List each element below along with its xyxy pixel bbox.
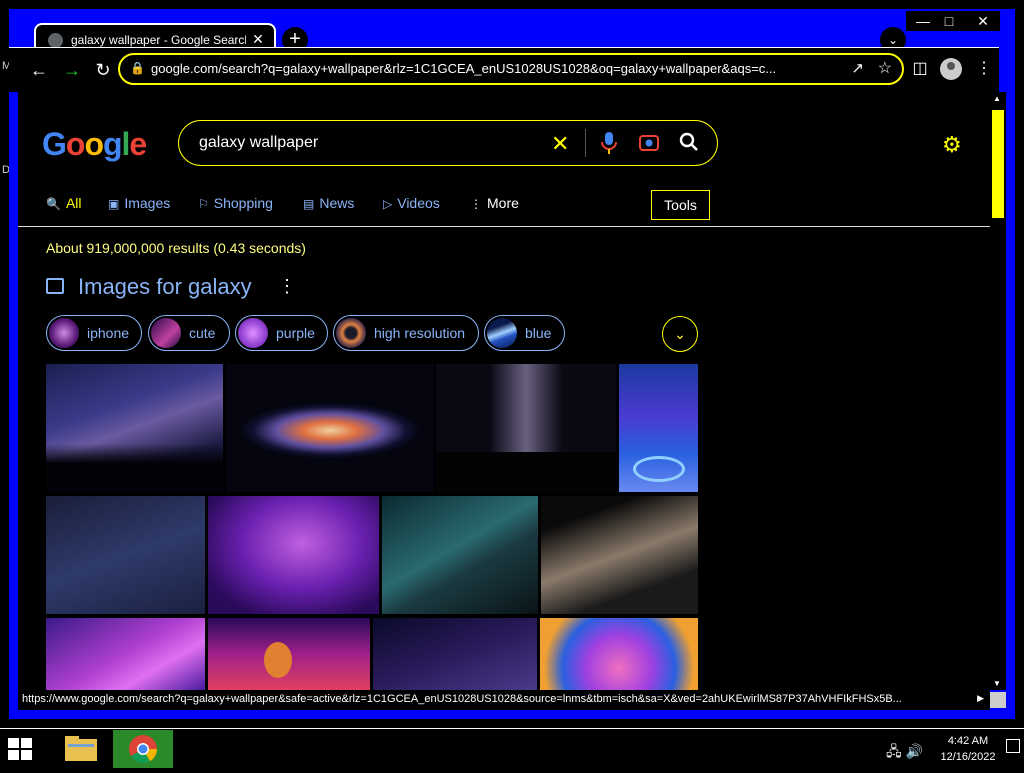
result-stats: About 919,000,000 results (0.43 seconds) — [46, 240, 306, 256]
notification-icon[interactable] — [1006, 739, 1020, 753]
chip-label: blue — [525, 325, 552, 341]
image-result[interactable] — [540, 618, 698, 690]
news-icon: ▤ — [303, 197, 315, 211]
scrollbar-corner — [990, 692, 1006, 708]
tab-title: galaxy wallpaper - Google Search — [71, 33, 246, 47]
profile-avatar[interactable] — [940, 58, 962, 80]
tab-images-label: Images — [124, 195, 171, 211]
chip-high-resolution[interactable]: high resolution — [333, 315, 479, 351]
tab-news-label: News — [319, 195, 355, 211]
search-box[interactable]: galaxy wallpaper ✕ — [178, 120, 718, 166]
image-result[interactable] — [382, 496, 538, 614]
tools-button[interactable]: Tools — [651, 190, 710, 220]
windows-start-icon[interactable] — [8, 738, 32, 760]
scrollbar-thumb[interactable] — [992, 110, 1004, 218]
search-icon: 🔍 — [46, 197, 61, 211]
tab-all-label: All — [65, 195, 82, 211]
chip-cute[interactable]: cute — [148, 315, 230, 351]
bookmark-star-icon[interactable]: ☆ — [878, 58, 892, 78]
chip-thumbnail — [487, 318, 517, 348]
tree-silhouette — [46, 444, 223, 492]
video-icon: ▷ — [383, 197, 393, 211]
chip-label: high resolution — [374, 325, 466, 341]
menu-kebab-icon[interactable]: ⋮ — [971, 56, 997, 82]
chip-thumbnail — [238, 318, 268, 348]
clock-time: 4:42 AM — [947, 735, 989, 747]
status-bar: https://www.google.com/search?q=galaxy+w… — [18, 690, 990, 710]
tab-more-label: More — [487, 195, 519, 211]
status-url: https://www.google.com/search?q=galaxy+w… — [22, 693, 902, 705]
tab-shopping[interactable]: ⚐ Shopping — [198, 195, 273, 211]
image-result[interactable] — [373, 618, 537, 690]
more-vertical-icon: ⋮ — [470, 197, 482, 211]
page-content: Google galaxy wallpaper ✕ ⚙ 🔍 All ▣ Imag… — [18, 92, 990, 690]
chip-thumbnail — [336, 318, 366, 348]
image-result[interactable] — [208, 618, 370, 690]
side-panel-icon[interactable]: ◫ — [907, 56, 933, 82]
images-heading[interactable]: Images for galaxy — [78, 274, 252, 300]
planet-shape — [264, 642, 292, 678]
image-result[interactable] — [619, 364, 698, 492]
tab-videos[interactable]: ▷ Videos — [383, 195, 440, 211]
image-icon: ▣ — [108, 197, 120, 211]
forward-button[interactable]: → — [58, 56, 86, 84]
planet-ring — [633, 456, 685, 482]
tree-silhouette — [436, 452, 616, 492]
chip-purple[interactable]: purple — [235, 315, 328, 351]
page-scrollbar[interactable]: ▲ ▼ — [990, 92, 1006, 690]
image-result[interactable] — [436, 364, 616, 492]
chip-iphone[interactable]: iphone — [46, 315, 142, 351]
tab-videos-label: Videos — [397, 195, 440, 211]
google-logo[interactable]: Google — [42, 126, 147, 163]
tab-images[interactable]: ▣ Images — [108, 195, 170, 211]
chip-thumbnail — [151, 318, 181, 348]
scroll-up-icon[interactable]: ▲ — [993, 94, 1001, 103]
chrome-taskbar-icon[interactable] — [113, 730, 173, 768]
tab-shopping-label: Shopping — [213, 195, 273, 211]
taskbar: 🖧 🔊 4:42 AM 12/16/2022 — [0, 728, 1024, 768]
header-divider — [18, 226, 990, 227]
clear-search-icon[interactable]: ✕ — [551, 131, 569, 157]
file-explorer-icon[interactable] — [50, 730, 110, 768]
address-bar[interactable]: 🔒 google.com/search?q=galaxy+wallpaper&r… — [118, 53, 904, 85]
desktop: M D — □ ✕ galaxy wallpaper - Google Sear… — [0, 0, 1024, 768]
chip-label: cute — [189, 325, 216, 341]
lock-icon: 🔒 — [130, 61, 145, 75]
search-query[interactable]: galaxy wallpaper — [199, 134, 318, 152]
tab-more[interactable]: ⋮ More — [470, 195, 519, 211]
share-icon[interactable]: ↗ — [851, 59, 864, 77]
tag-icon: ⚐ — [198, 197, 209, 211]
image-result[interactable] — [46, 618, 205, 690]
chip-label: purple — [276, 325, 315, 341]
scroll-right-icon[interactable]: ▶ — [977, 693, 984, 704]
image-icon — [46, 278, 64, 294]
back-button[interactable]: ← — [25, 56, 53, 84]
image-result[interactable] — [46, 364, 223, 492]
address-url[interactable]: google.com/search?q=galaxy+wallpaper&rlz… — [151, 61, 831, 76]
image-result[interactable] — [46, 496, 205, 614]
camera-lens-icon[interactable] — [639, 133, 659, 151]
reload-button[interactable]: ↻ — [89, 56, 117, 84]
image-result[interactable] — [226, 364, 434, 492]
image-result[interactable] — [541, 496, 698, 614]
gear-icon[interactable]: ⚙ — [942, 132, 962, 158]
clock[interactable]: 4:42 AM 12/16/2022 — [930, 733, 1006, 765]
search-icon[interactable] — [679, 132, 699, 152]
microphone-icon[interactable] — [599, 131, 619, 155]
tab-news[interactable]: ▤ News — [303, 195, 354, 211]
globe-icon — [48, 33, 63, 48]
tab-all[interactable]: 🔍 All — [46, 195, 82, 211]
chip-blue[interactable]: blue — [484, 315, 565, 351]
image-result[interactable] — [208, 496, 379, 614]
chip-label: iphone — [87, 325, 130, 341]
more-options-icon[interactable]: ⋮ — [278, 276, 296, 297]
tab-close-icon[interactable]: ✕ — [250, 31, 266, 48]
scroll-down-icon[interactable]: ▼ — [993, 679, 1001, 688]
search-divider — [585, 129, 586, 157]
clock-date: 12/16/2022 — [940, 751, 996, 763]
browser-toolbar: ← → ↻ 🔒 google.com/search?q=galaxy+wallp… — [9, 47, 999, 92]
expand-chips-button[interactable]: ⌄ — [662, 316, 698, 352]
chip-thumbnail — [49, 318, 79, 348]
system-tray[interactable]: 🖧 🔊 — [886, 741, 923, 765]
